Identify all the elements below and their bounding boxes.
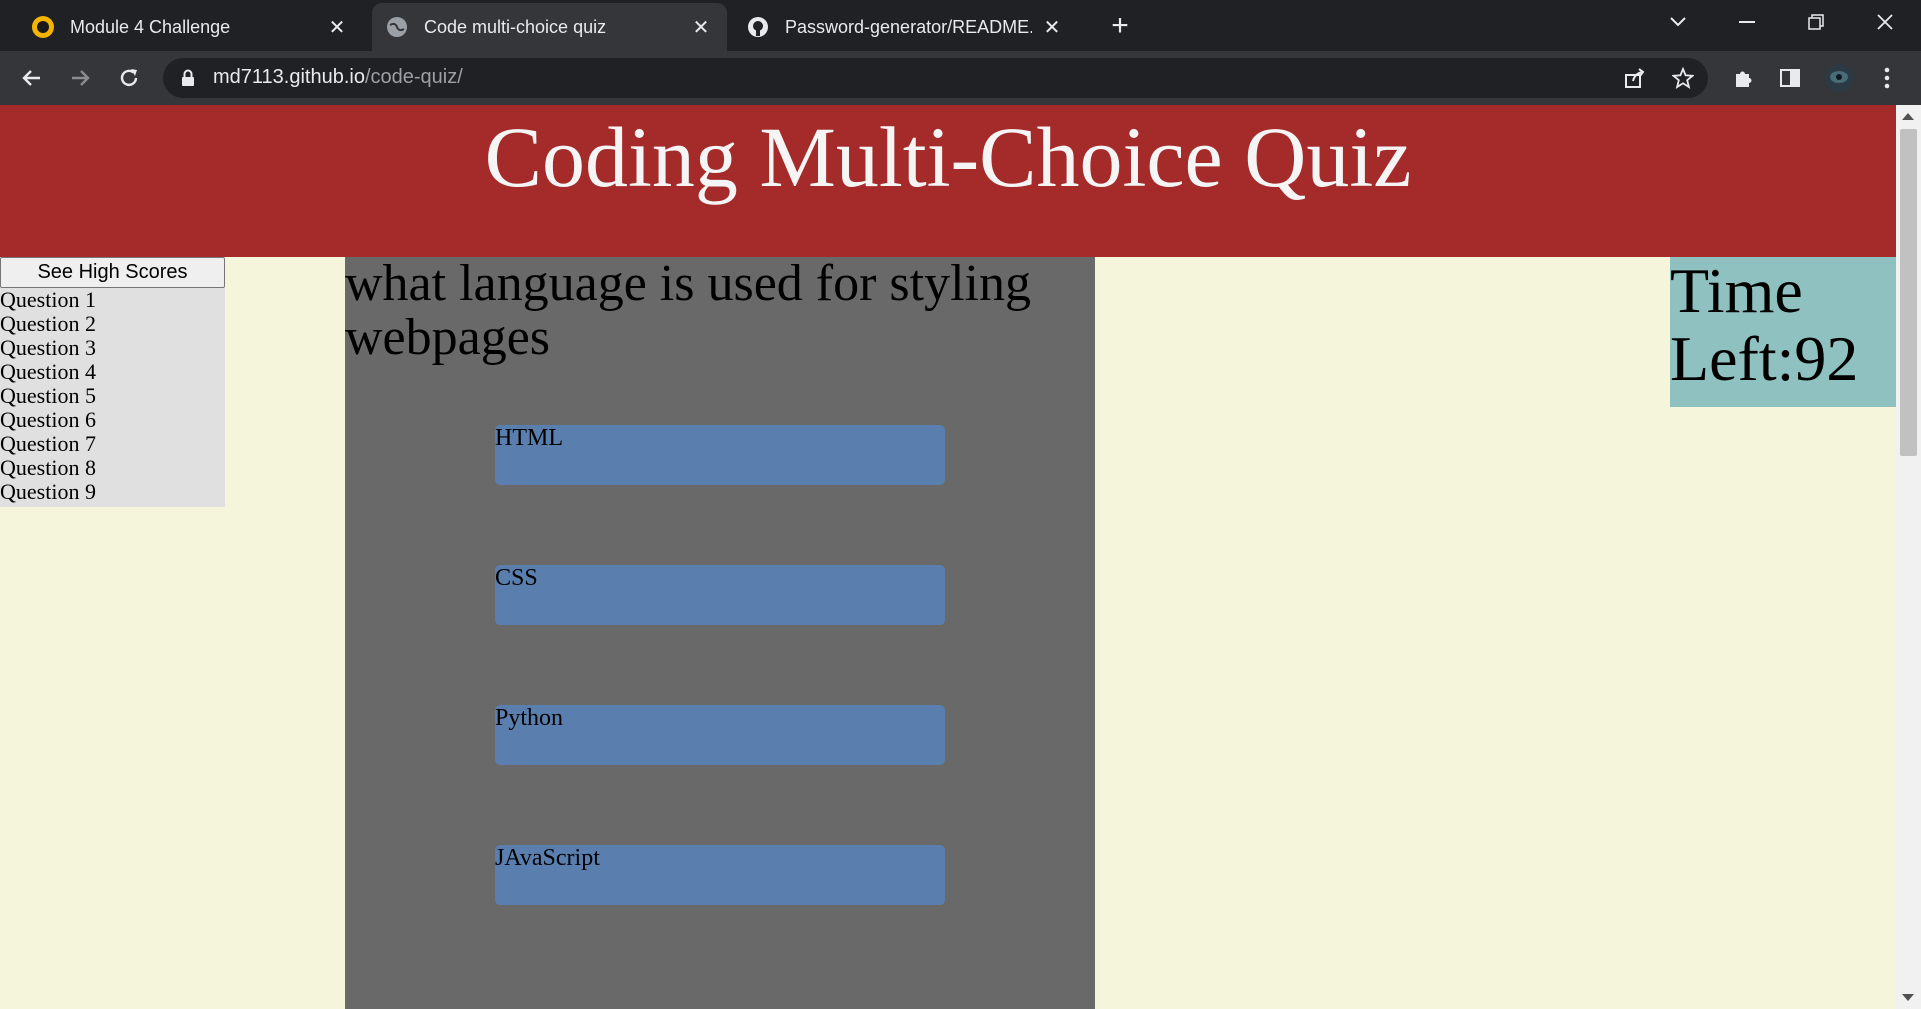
side-panel-icon[interactable]	[1773, 61, 1807, 95]
url-host: md7113.github.io	[213, 66, 365, 88]
github-icon	[747, 16, 769, 38]
answer-button[interactable]: HTML	[495, 425, 945, 485]
question-list-item[interactable]: Question 3	[0, 336, 225, 360]
scrollbar-thumb[interactable]	[1900, 129, 1917, 456]
close-window-icon[interactable]	[1851, 0, 1919, 44]
site-header: Coding Multi-Choice Quiz	[0, 105, 1896, 257]
answer-button[interactable]: CSS	[495, 565, 945, 625]
tab-code-quiz[interactable]: Code multi-choice quiz ✕	[372, 3, 727, 51]
module-favicon-icon	[32, 16, 54, 38]
menu-kebab-icon[interactable]	[1870, 61, 1904, 95]
minimize-icon[interactable]	[1713, 0, 1781, 44]
tab-password-generator[interactable]: Password-generator/README.md ✕	[733, 3, 1078, 51]
extensions-icon[interactable]	[1726, 61, 1760, 95]
reload-icon[interactable]	[110, 59, 148, 97]
question-list-item[interactable]: Question 2	[0, 312, 225, 336]
timer-value: 92	[1794, 323, 1859, 394]
new-tab-button[interactable]: +	[1100, 8, 1140, 44]
quiz-panel: what language is used for styling webpag…	[345, 257, 1095, 1009]
see-high-scores-button[interactable]: See High Scores	[0, 257, 225, 288]
page-viewport: Coding Multi-Choice Quiz See High Scores…	[0, 105, 1921, 1009]
question-list-item[interactable]: Question 6	[0, 408, 225, 432]
tab-title: Password-generator/README.md	[785, 16, 1032, 37]
page-scrollbar[interactable]	[1896, 105, 1921, 1009]
question-list-item[interactable]: Question 1	[0, 288, 225, 312]
profile-avatar[interactable]	[1822, 61, 1856, 95]
tab-strip: Module 4 Challenge ✕ Code multi-choice q…	[0, 0, 1921, 51]
question-list: Question 1 Question 2 Question 3 Questio…	[0, 288, 225, 507]
question-list-item[interactable]: Question 4	[0, 360, 225, 384]
timer: Time Left:92	[1670, 257, 1896, 407]
tab-title: Module 4 Challenge	[70, 16, 231, 37]
share-icon[interactable]	[1618, 61, 1652, 95]
restore-icon[interactable]	[1782, 0, 1850, 44]
scroll-down-arrow-icon[interactable]	[1902, 994, 1914, 1001]
tab-title: Code multi-choice quiz	[424, 16, 607, 37]
question-list-item[interactable]: Question 5	[0, 384, 225, 408]
address-bar[interactable]: md7113.github.io/code-quiz/	[163, 58, 1708, 98]
back-icon[interactable]	[13, 59, 51, 97]
bookmark-star-icon[interactable]	[1666, 61, 1700, 95]
close-tab-icon[interactable]: ✕	[1040, 15, 1064, 39]
forward-icon[interactable]	[61, 59, 99, 97]
sidebar: See High Scores Question 1 Question 2 Qu…	[0, 257, 225, 507]
close-tab-icon[interactable]: ✕	[689, 15, 713, 39]
question-text: what language is used for styling webpag…	[345, 255, 1031, 366]
scroll-up-arrow-icon[interactable]	[1902, 113, 1914, 120]
url-path: /code-quiz/	[364, 66, 463, 88]
lock-icon	[181, 69, 195, 92]
close-tab-icon[interactable]: ✕	[325, 15, 349, 39]
url-text: md7113.github.io/code-quiz/	[213, 66, 463, 89]
answer-button[interactable]: JAvaScript	[495, 845, 945, 905]
question-list-item[interactable]: Question 9	[0, 480, 225, 504]
tab-search-icon[interactable]	[1644, 0, 1712, 44]
page-title: Coding Multi-Choice Quiz	[484, 109, 1412, 205]
answer-button[interactable]: Python	[495, 705, 945, 765]
browser-toolbar: md7113.github.io/code-quiz/	[0, 51, 1921, 105]
question-list-item[interactable]: Question 7	[0, 432, 225, 456]
tab-module-4[interactable]: Module 4 Challenge ✕	[18, 3, 363, 51]
question-list-item[interactable]: Question 8	[0, 456, 225, 480]
timer-label: Time Left:	[1670, 255, 1803, 394]
globe-icon	[386, 16, 408, 38]
